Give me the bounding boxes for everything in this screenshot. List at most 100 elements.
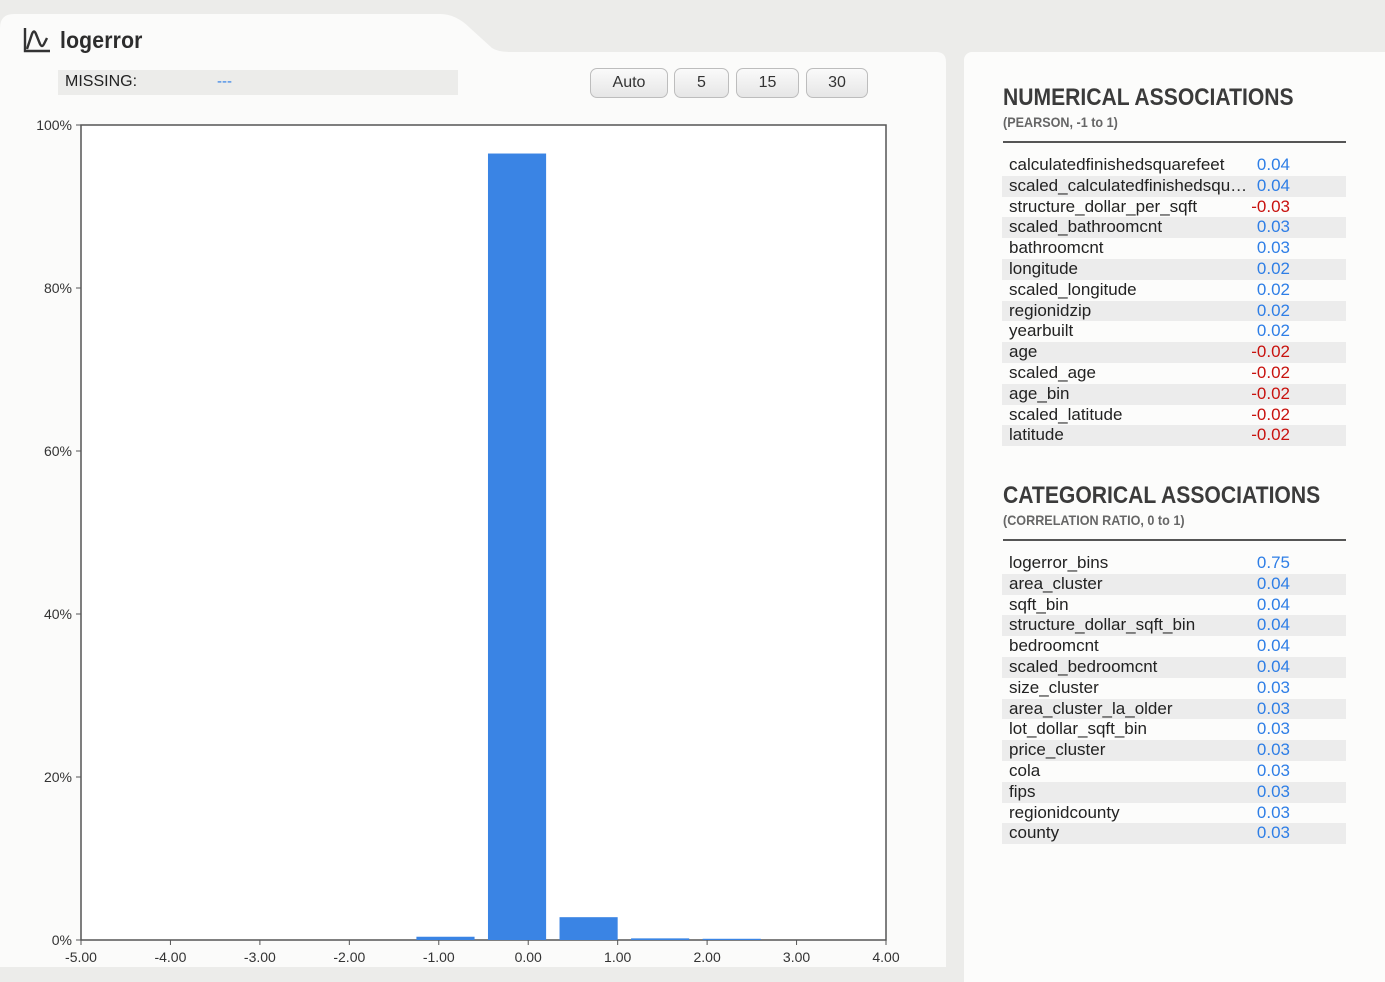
x-tick-label: -3.00 xyxy=(244,949,276,965)
association-name[interactable]: fips xyxy=(1009,782,1253,803)
categorical-association-row: regionidcounty 0.03 xyxy=(1002,803,1346,824)
association-value: 0.04 xyxy=(1256,615,1290,635)
numerical-association-row: regionidzip 0.02 xyxy=(1002,300,1346,322)
association-value: 0.02 xyxy=(1256,300,1290,320)
association-value: -0.02 xyxy=(1251,362,1290,382)
categorical-association-row: area_cluster 0.04 xyxy=(1002,573,1346,595)
association-name[interactable]: lot_dollar_sqft_bin xyxy=(1009,719,1253,740)
numerical-association-row: scaled_latitude -0.02 xyxy=(1002,405,1346,426)
association-name[interactable]: latitude xyxy=(1009,425,1253,446)
categorical-association-row: price_cluster 0.03 xyxy=(1002,740,1346,761)
numerical-associations-list: calculatedfinishedsquarefeet 0.04 scaled_c… xyxy=(1002,155,1346,447)
association-value: 0.03 xyxy=(1256,740,1290,760)
plot-area xyxy=(80,124,887,941)
numerical-association-row: longitude 0.02 xyxy=(1002,258,1346,280)
association-value: -0.03 xyxy=(1251,196,1290,216)
numerical-association-row: yearbuilt 0.02 xyxy=(1002,321,1346,342)
association-name[interactable]: scaled_bathroomcnt xyxy=(1009,217,1253,238)
association-name[interactable]: scaled_latitude xyxy=(1009,405,1253,426)
association-name[interactable]: logerror_bins xyxy=(1009,553,1253,574)
categorical-association-row: lot_dollar_sqft_bin 0.03 xyxy=(1002,719,1346,740)
histogram-chart: 0% 20% 40% 60% 80% 100% -5.00 -4.00 -3.00 -2.00 -1… xyxy=(36,117,900,965)
categorical-association-row: area_cluster_la_older 0.03 xyxy=(1002,698,1346,720)
histogram-panel: logerror MISSING: --- Auto 5 15 30 0% 20%… xyxy=(0,0,946,967)
histogram-bar xyxy=(559,917,618,940)
numerical-divider xyxy=(1003,141,1346,143)
numerical-association-row: age_bin -0.02 xyxy=(1002,383,1346,405)
y-tick-label: 100% xyxy=(36,117,72,133)
association-value: 0.03 xyxy=(1256,698,1290,718)
association-value: 0.75 xyxy=(1256,553,1290,572)
association-value: -0.02 xyxy=(1251,404,1290,424)
association-name[interactable]: yearbuilt xyxy=(1009,321,1253,342)
x-tick-label: 3.00 xyxy=(783,949,810,965)
categorical-associations-subtitle: (CORRELATION RATIO, 0 to 1) xyxy=(1003,512,1185,528)
association-value: 0.04 xyxy=(1256,594,1290,614)
association-name[interactable]: bedroomcnt xyxy=(1009,636,1253,657)
y-tick-label: 40% xyxy=(44,606,72,622)
association-name[interactable]: bathroomcnt xyxy=(1009,238,1253,259)
association-name[interactable]: price_cluster xyxy=(1009,740,1253,761)
histogram-bar xyxy=(487,153,547,940)
association-name[interactable]: area_cluster xyxy=(1009,574,1253,595)
association-value: 0.04 xyxy=(1256,656,1290,676)
categorical-association-row: sqft_bin 0.04 xyxy=(1002,595,1346,616)
numerical-association-row: calculatedfinishedsquarefeet 0.04 xyxy=(1002,155,1346,176)
association-value: 0.03 xyxy=(1256,760,1290,780)
association-value: 0.03 xyxy=(1256,217,1290,237)
association-name[interactable]: calculatedfinishedsquarefeet xyxy=(1009,155,1253,176)
association-name[interactable]: size_cluster xyxy=(1009,678,1253,699)
association-value: 0.04 xyxy=(1256,155,1290,174)
association-value: 0.02 xyxy=(1256,258,1290,278)
association-name[interactable]: area_cluster_la_older xyxy=(1009,699,1253,720)
x-tick-label: 2.00 xyxy=(693,949,720,965)
association-name[interactable]: structure_dollar_sqft_bin xyxy=(1009,615,1253,636)
numerical-association-row: scaled_calculatedfinishedsquarefeet0.04 xyxy=(1002,175,1346,197)
categorical-associations-title: CATEGORICAL ASSOCIATIONS xyxy=(1003,482,1321,509)
categorical-divider xyxy=(1003,539,1346,541)
association-value: -0.02 xyxy=(1251,425,1290,445)
numerical-association-row: structure_dollar_per_sqft -0.03 xyxy=(1002,197,1346,218)
categorical-association-row: bedroomcnt 0.04 xyxy=(1002,636,1346,657)
association-value: 0.03 xyxy=(1256,823,1290,843)
y-tick-label: 80% xyxy=(44,280,72,296)
association-name[interactable]: scaled_longitude xyxy=(1009,280,1253,301)
association-name[interactable]: sqft_bin xyxy=(1009,595,1253,616)
association-name[interactable]: regionidzip xyxy=(1009,301,1253,322)
x-tick-label: 0.00 xyxy=(515,949,542,965)
categorical-association-row: structure_dollar_sqft_bin 0.04 xyxy=(1002,615,1346,637)
categorical-association-row: county 0.03 xyxy=(1002,823,1346,845)
categorical-associations-list: logerror_bins 0.75 area_cluster 0.04 sqft_bi… xyxy=(1002,553,1346,845)
association-name[interactable]: age_bin xyxy=(1009,384,1253,405)
association-name[interactable]: structure_dollar_per_sqft xyxy=(1009,197,1253,218)
association-name[interactable]: age xyxy=(1009,342,1253,363)
numerical-association-row: age -0.02 xyxy=(1002,342,1346,363)
association-name[interactable]: longitude xyxy=(1009,259,1253,280)
association-name[interactable]: scaled_calculatedfinishedsquarefeet xyxy=(1009,176,1253,197)
x-tick-label: -5.00 xyxy=(65,949,97,965)
association-name[interactable]: scaled_bedroomcnt xyxy=(1009,657,1253,678)
association-value: 0.04 xyxy=(1256,175,1290,195)
association-value: 0.03 xyxy=(1256,238,1290,258)
association-name[interactable]: cola xyxy=(1009,761,1253,782)
association-value: 0.03 xyxy=(1256,781,1290,801)
numerical-association-row: scaled_bathroomcnt 0.03 xyxy=(1002,217,1346,239)
association-value: 0.03 xyxy=(1256,719,1290,739)
association-value: 0.04 xyxy=(1256,636,1290,656)
numerical-associations-title: NUMERICAL ASSOCIATIONS xyxy=(1003,84,1294,111)
x-tick-label: -1.00 xyxy=(423,949,455,965)
association-name[interactable]: county xyxy=(1009,823,1253,844)
y-tick-label: 20% xyxy=(44,769,72,785)
associations-panel: NUMERICAL ASSOCIATIONS (PEARSON, -1 to 1… xyxy=(964,52,1385,982)
x-tick-label: -2.00 xyxy=(333,949,365,965)
association-name[interactable]: regionidcounty xyxy=(1009,803,1253,824)
association-value: 0.02 xyxy=(1256,279,1290,299)
association-value: -0.02 xyxy=(1251,342,1290,362)
association-name[interactable]: scaled_age xyxy=(1009,363,1253,384)
x-tick-label: 4.00 xyxy=(872,949,899,965)
numerical-associations-subtitle: (PEARSON, -1 to 1) xyxy=(1003,114,1118,130)
histogram-bar xyxy=(631,938,690,940)
association-value: 0.02 xyxy=(1256,321,1290,341)
association-value: 0.03 xyxy=(1256,677,1290,697)
categorical-association-row: scaled_bedroomcnt 0.04 xyxy=(1002,656,1346,678)
